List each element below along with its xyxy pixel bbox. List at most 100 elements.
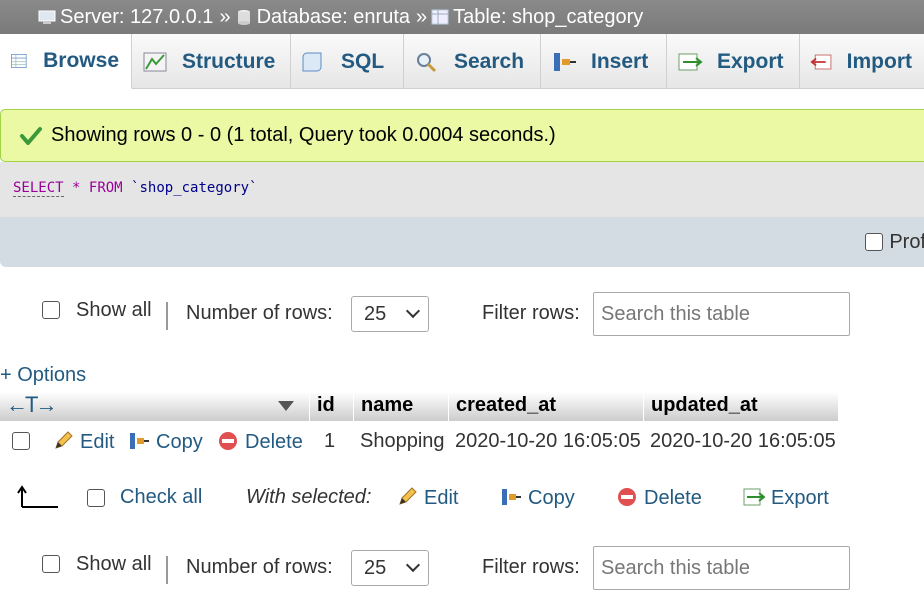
bulk-edit-button[interactable]: Edit [396, 486, 458, 510]
breadcrumb-server-label[interactable]: Server: 127.0.0.1 [60, 6, 213, 29]
sql-star: * [72, 180, 81, 196]
bulk-edit-label: Edit [424, 487, 459, 509]
show-all-label[interactable]: Show all [76, 553, 152, 576]
export-icon [743, 488, 765, 506]
tab-insert[interactable]: Insert [541, 34, 667, 89]
tab-import[interactable]: Import [800, 34, 924, 89]
column-resize-arrows-icon[interactable]: ←T→ [6, 392, 57, 418]
breadcrumb: Server: 127.0.0.1 » Database: enruta » T… [0, 0, 924, 34]
rows-per-page-value: 25 [364, 557, 387, 579]
row-checkbox[interactable] [12, 432, 30, 450]
tab-sql-label: SQL [341, 49, 385, 73]
import-icon [810, 54, 832, 69]
breadcrumb-database-label[interactable]: Database: enruta [257, 6, 410, 29]
database-icon [237, 10, 250, 25]
tab-browse[interactable]: Browse [0, 34, 132, 89]
cell-updated-at[interactable]: 2020-10-20 16:05:05 [650, 430, 836, 453]
options-link[interactable]: + Options [0, 364, 86, 387]
sql-table-name: `shop_category` [131, 180, 258, 196]
tab-export[interactable]: Export [667, 34, 800, 89]
table-icon [431, 9, 449, 25]
copy-icon [130, 433, 149, 449]
tab-search[interactable]: Search [404, 34, 541, 89]
bulk-delete-button[interactable]: Delete [616, 486, 702, 510]
show-all-checkbox[interactable] [42, 301, 60, 319]
column-header-id[interactable]: id [317, 394, 335, 417]
tab-browse-label: Browse [43, 49, 119, 72]
breadcrumb-server[interactable]: Server: 127.0.0.1 [38, 6, 213, 29]
rows-per-page-select[interactable]: 25 [351, 550, 429, 586]
column-header-name[interactable]: name [361, 394, 413, 417]
delete-icon [618, 488, 636, 506]
table-navigation-bottom: Show all Number of rows: 25 Filter rows: [0, 546, 924, 592]
tab-insert-label: Insert [591, 49, 649, 73]
show-all-label[interactable]: Show all [76, 299, 152, 322]
pencil-icon [399, 487, 417, 505]
column-header-created-at[interactable]: created_at [456, 394, 556, 417]
rows-per-page-select[interactable]: 25 [351, 296, 429, 332]
sql-query-box[interactable]: SELECT * FROM `shop_category` [0, 162, 924, 217]
divider [166, 302, 168, 330]
filter-rows-input[interactable] [593, 546, 850, 590]
tab-export-label: Export [717, 49, 784, 73]
profiling-bar: Prof [0, 217, 924, 267]
row-copy-label: Copy [156, 431, 203, 453]
filter-rows-label: Filter rows: [482, 556, 580, 578]
tab-structure-label: Structure [182, 49, 276, 73]
filter-rows-label: Filter rows: [482, 302, 580, 324]
bulk-delete-label: Delete [644, 487, 702, 509]
with-selected-label: With selected: [246, 486, 372, 508]
tab-import-label: Import [846, 49, 912, 73]
number-of-rows-label: Number of rows: [186, 302, 333, 324]
breadcrumb-database[interactable]: Database: enruta [235, 6, 410, 29]
pencil-icon [55, 431, 73, 449]
table-row: Edit Copy Delete 1 Shopping 2020-10-20 1… [0, 421, 838, 463]
check-all-checkbox[interactable] [87, 489, 105, 507]
row-copy-link[interactable]: Copy [128, 430, 203, 454]
bulk-copy-label: Copy [528, 487, 575, 509]
breadcrumb-separator: » [416, 5, 428, 28]
filter-rows-input[interactable] [593, 292, 850, 336]
cell-id[interactable]: 1 [324, 430, 335, 453]
sql-keyword-select[interactable]: SELECT [13, 180, 64, 197]
row-delete-link[interactable]: Delete [217, 430, 303, 454]
profiling-label[interactable]: Prof [889, 231, 924, 254]
table-header: ←T→ id name created_at updated_at [0, 392, 838, 421]
breadcrumb-separator: » [219, 5, 231, 28]
tab-sql[interactable]: SQL [291, 34, 404, 89]
chevron-down-icon [405, 557, 421, 573]
bulk-export-button[interactable]: Export [743, 486, 829, 510]
tab-search-label: Search [454, 49, 525, 73]
delete-icon [219, 432, 237, 450]
browse-icon [11, 54, 27, 68]
breadcrumb-table[interactable]: Table: shop_category [431, 6, 643, 29]
profiling-checkbox[interactable] [865, 233, 884, 251]
row-edit-label: Edit [80, 431, 115, 453]
row-edit-link[interactable]: Edit [52, 430, 114, 454]
check-all-label[interactable]: Check all [120, 486, 202, 509]
server-icon [38, 10, 56, 24]
success-message: Showing rows 0 - 0 (1 total, Query took … [0, 109, 924, 162]
chevron-down-icon [405, 303, 421, 319]
structure-icon [143, 52, 167, 71]
bulk-copy-button[interactable]: Copy [500, 486, 575, 510]
tab-structure[interactable]: Structure [132, 34, 291, 89]
breadcrumb-table-label[interactable]: Table: shop_category [453, 6, 643, 29]
success-message-text: Showing rows 0 - 0 (1 total, Query took … [51, 124, 556, 146]
tab-bar: Browse Structure SQL Search Insert Expor… [0, 34, 924, 89]
sql-icon [302, 52, 322, 71]
divider [643, 392, 644, 421]
divider [309, 392, 310, 421]
cell-name[interactable]: Shopping [360, 430, 445, 453]
column-header-updated-at[interactable]: updated_at [651, 394, 758, 417]
divider [448, 392, 449, 421]
arrow-up-left-icon [17, 485, 58, 508]
divider [166, 556, 168, 584]
show-all-checkbox[interactable] [42, 555, 60, 573]
check-icon [20, 126, 42, 145]
copy-icon [502, 489, 521, 505]
export-icon [678, 53, 703, 70]
insert-icon [554, 52, 576, 71]
sort-dropdown-icon[interactable] [278, 401, 294, 411]
cell-created-at[interactable]: 2020-10-20 16:05:05 [455, 430, 641, 453]
